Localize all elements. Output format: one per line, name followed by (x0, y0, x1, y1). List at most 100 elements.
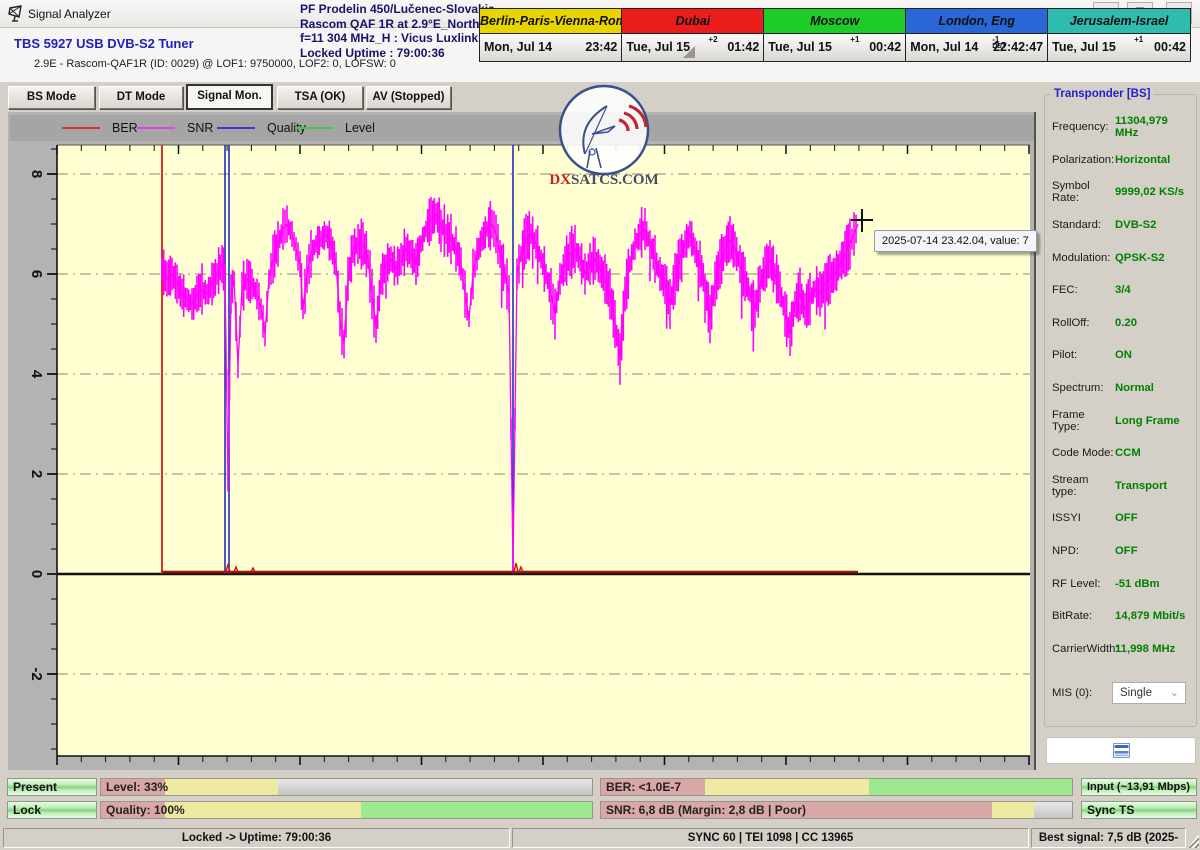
transponder-row: Frame Type: Long Frame (1052, 404, 1192, 437)
svg-text:8: 8 (28, 170, 45, 178)
clock-4: Jerusalem-Israel Tue, Jul 15 +1 00:42 (1048, 9, 1190, 61)
world-clocks-widget[interactable]: Berlin-Paris-Vienna-Roma Mon, Jul 14 23:… (479, 8, 1191, 62)
signal-chart-panel[interactable]: 86420-2 BER SNR Quality Level DXSATCS.CO… (8, 112, 1036, 770)
chevron-down-icon: ⌄ (1170, 683, 1179, 703)
legend-label: BER (112, 121, 138, 135)
clock-date: Tue, Jul 15 (768, 40, 832, 54)
svg-text:0: 0 (28, 570, 45, 578)
transponder-label: Code Mode: (1052, 447, 1115, 459)
transponder-rows: Frequency: 11304,979 MHzPolarization: Ho… (1052, 111, 1192, 665)
clock-time: 00:42 (1154, 40, 1186, 54)
svg-text:-2: -2 (28, 667, 45, 680)
watermark-text-dx: DX (549, 172, 571, 188)
level-line-swatch (295, 127, 333, 129)
transponder-row: Standard: DVB-S2 (1052, 209, 1192, 242)
tab-tsa[interactable]: TSA (OK) (277, 86, 363, 109)
transponder-label: Pilot: (1052, 349, 1115, 361)
ber-line-swatch (62, 127, 100, 129)
transponder-value: OFF (1115, 545, 1138, 557)
meter-segment (165, 779, 278, 795)
transponder-value: 11304,979 MHz (1115, 115, 1192, 139)
transponder-value: Horizontal (1115, 154, 1170, 166)
transponder-label: Spectrum: (1052, 382, 1115, 394)
lock-indicator: Lock (7, 801, 97, 819)
transponder-label: ISSYI (1052, 512, 1115, 524)
tab-dt-mode[interactable]: DT Mode (99, 86, 183, 109)
transponder-value: 14,879 Mbit/s (1115, 610, 1185, 622)
meter-segment (361, 802, 592, 818)
svg-text:DXSATCS.COM: DXSATCS.COM (549, 172, 658, 188)
sync-ts-indicator: Sync TS (1081, 801, 1197, 819)
clock-utc-offset: +1 (850, 35, 859, 43)
tab-av[interactable]: AV (Stopped) (366, 86, 451, 109)
transponder-row: Spectrum: Normal (1052, 372, 1192, 405)
signal-chart[interactable]: 86420-2 (8, 112, 1036, 770)
transponder-row: NPD: OFF (1052, 535, 1192, 568)
transponder-value: QPSK-S2 (1115, 252, 1165, 264)
transponder-row: RF Level: -51 dBm (1052, 567, 1192, 600)
transponder-row: Polarization: Horizontal (1052, 144, 1192, 177)
transponder-value: Transport (1115, 480, 1167, 492)
watermark-text-rest: SATCS.COM (571, 172, 659, 188)
site-line: Rascom QAF 1R at 2.9°E_North (300, 17, 495, 32)
clock-resize-grip[interactable] (683, 46, 695, 58)
transponder-label: Frame Type: (1052, 409, 1115, 433)
transponder-row: RollOff: 0.20 (1052, 307, 1192, 340)
svg-text:2: 2 (28, 470, 45, 478)
quality-line-swatch (217, 127, 255, 129)
legend-label: Level (345, 121, 375, 135)
legend-item-ber: BER (62, 115, 138, 141)
status-lock-uptime: Locked -> Uptime: 79:00:36 (3, 828, 510, 848)
snr-meter: SNR: 6,8 dB (Margin: 2,8 dB | Poor) (600, 801, 1073, 819)
transponder-value: ON (1115, 349, 1132, 361)
legend-item-snr: SNR (137, 115, 213, 141)
clock-city-label: London, Eng (906, 9, 1047, 34)
clock-date: Mon, Jul 14 (484, 40, 552, 54)
site-info-block: PF Prodelin 450/Lučenec-Slovakia Rascom … (300, 2, 495, 60)
clock-time: 01:42 (727, 40, 759, 54)
meter-segment (705, 779, 870, 795)
snr-meter-label: SNR: 6,8 dB (Margin: 2,8 dB | Poor) (606, 803, 806, 817)
clock-3: London, Eng Mon, Jul 14 -1DST 22:42:47 (906, 9, 1048, 61)
clock-time-row: Mon, Jul 14 -1DST 22:42:47 (906, 34, 1047, 61)
dxsatcs-watermark-logo: DXSATCS.COM (545, 84, 663, 192)
transport-stream-button[interactable] (1046, 737, 1196, 764)
clock-city-label: Jerusalem-Israel (1048, 9, 1190, 34)
present-indicator: Present (7, 778, 97, 796)
snr-line-swatch (137, 127, 175, 129)
transponder-value: 0.20 (1115, 317, 1137, 329)
transponder-label: Symbol Rate: (1052, 180, 1115, 204)
transponder-label: FEC: (1052, 284, 1115, 296)
transponder-value: CCM (1115, 447, 1141, 459)
mis-row: MIS (0): Single ⌄ (1052, 682, 1192, 704)
chart-legend: BER SNR Quality Level (10, 115, 1034, 141)
transponder-value: 11,998 MHz (1115, 643, 1175, 655)
transponder-row: BitRate: 14,879 Mbit/s (1052, 600, 1192, 633)
transponder-value: 3/4 (1115, 284, 1131, 296)
transponder-label: Modulation: (1052, 252, 1115, 264)
transponder-row: Code Mode: CCM (1052, 437, 1192, 470)
transponder-value: -51 dBm (1115, 578, 1160, 590)
legend-label: SNR (187, 121, 213, 135)
resize-grip[interactable] (1188, 834, 1199, 848)
mis-dropdown[interactable]: Single ⌄ (1112, 682, 1186, 704)
meter-segment (992, 802, 1034, 818)
svg-text:4: 4 (28, 370, 45, 379)
chart-tooltip: 2025-07-14 23.42.04, value: 7 (874, 230, 1037, 252)
transponder-row: Stream type: Transport (1052, 470, 1192, 503)
ts-list-icon (1113, 743, 1130, 758)
satellite-dish-icon (8, 5, 25, 22)
tab-bs-mode[interactable]: BS Mode (8, 86, 95, 109)
site-line: f=11 304 MHz_H : Vicus Luxlink (300, 31, 495, 46)
tuner-title: TBS 5927 USB DVB-S2 Tuner (14, 36, 194, 51)
status-best-signal: Best signal: 7,5 dB (2025-07-12 23:58) (1031, 828, 1186, 848)
quality-meter-label: Quality: 100% (106, 803, 185, 817)
clock-time: 22:42:47 (993, 40, 1043, 54)
input-rate-indicator: Input (~13,91 Mbps) (1081, 778, 1197, 796)
status-sync-counters: SYNC 60 | TEI 1098 | CC 13965 (512, 828, 1029, 848)
transponder-row: Pilot: ON (1052, 339, 1192, 372)
transponder-row: ISSYI OFF (1052, 502, 1192, 535)
tab-signal-mon[interactable]: Signal Mon. (186, 84, 273, 110)
transponder-label: CarrierWidth: (1052, 643, 1115, 655)
clock-date: Tue, Jul 15 (626, 40, 690, 54)
